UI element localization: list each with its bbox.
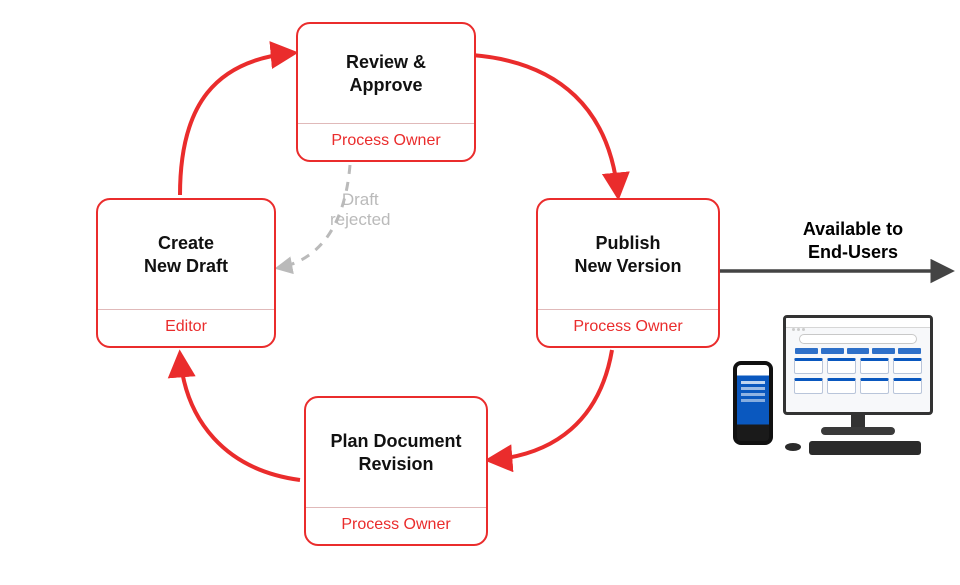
node-title: Plan Document Revision [306,398,486,507]
keyboard-icon [809,441,921,455]
node-role: Process Owner [298,123,474,160]
node-role: Editor [98,309,274,346]
node-role: Process Owner [538,309,718,346]
node-role: Process Owner [306,507,486,544]
label-draft-rejected: Draft rejected [330,190,390,231]
node-plan-revision: Plan Document Revision Process Owner [304,396,488,546]
phone-icon [733,361,773,445]
node-title: Publish New Version [538,200,718,309]
node-review-approve: Review & Approve Process Owner [296,22,476,162]
node-publish: Publish New Version Process Owner [536,198,720,348]
label-end-users: Available to End-Users [778,218,928,263]
monitor-icon [783,315,933,415]
node-title: Create New Draft [98,200,274,309]
devices-illustration [725,315,940,480]
mouse-icon [785,443,801,451]
edge-publish-to-plan [490,350,612,460]
monitor-base-icon [821,427,895,435]
edge-create-to-review [180,53,293,195]
edge-plan-to-create [180,355,300,480]
edge-review-to-publish [472,55,618,195]
diagram-canvas: Review & Approve Process Owner Publish N… [0,0,960,585]
node-create-draft: Create New Draft Editor [96,198,276,348]
node-title: Review & Approve [298,24,474,123]
